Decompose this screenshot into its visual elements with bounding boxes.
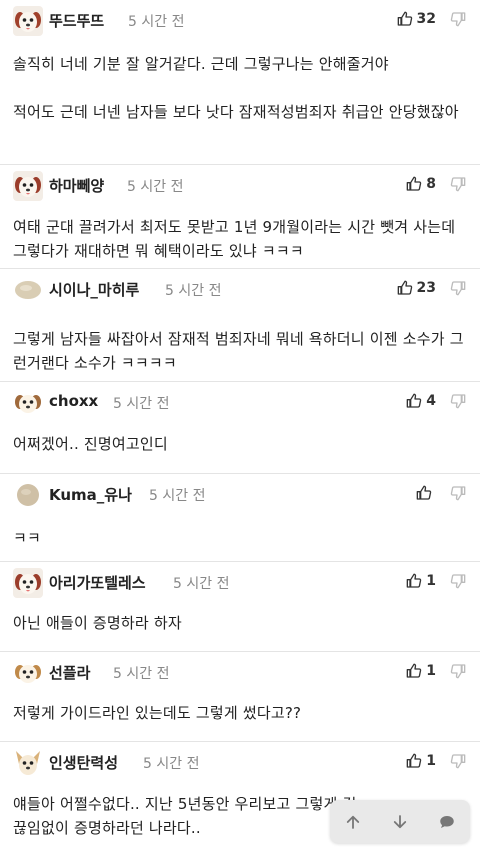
comment-time: 5 시간 전 (165, 283, 222, 299)
comment-item: 아리가또텔레스 5 시간 전 1 아닌 애들이 증명하라 하자 (0, 562, 480, 652)
like-count: 1 (426, 663, 436, 679)
like-button[interactable]: 23 (397, 278, 436, 298)
comment-time: 5 시간 전 (149, 488, 206, 504)
comment-list: 뚜드뚜뜨 5 시간 전 32 솔직히 너네 기분 잘 알거같다. 근데 그렇구나… (0, 0, 480, 853)
write-comment-button[interactable] (437, 812, 457, 832)
comment-time: 5 시간 전 (143, 756, 200, 772)
like-count: 1 (426, 753, 436, 769)
chihuahua-icon (13, 748, 43, 778)
like-button[interactable]: 32 (397, 9, 436, 29)
round-face-icon (13, 480, 43, 510)
comment-header: Kuma_유나 5 시간 전 (0, 474, 480, 514)
username[interactable]: 아리가또텔레스 (49, 572, 146, 593)
thumb-up-icon (406, 573, 422, 588)
comment-text: 아닌 애들이 증명하라 하자 (13, 614, 182, 632)
comment-text: 여태 군대 끌려가서 최저도 못받고 1년 9개월이라는 시간 뺏겨 사는데 그… (13, 218, 456, 260)
like-count: 1 (426, 573, 436, 589)
avatar[interactable] (13, 171, 43, 201)
comment-time: 5 시간 전 (128, 14, 185, 30)
comment-time: 5 시간 전 (127, 179, 184, 195)
thumb-down-icon[interactable] (450, 663, 466, 679)
comment-item: Kuma_유나 5 시간 전 ㅋㅋ (0, 474, 480, 562)
comment-header: choxx 5 시간 전 4 (0, 382, 480, 422)
thumb-down-icon[interactable] (450, 485, 466, 501)
comment-item: 선플라 5 시간 전 1 저렇게 가이드라인 있는데도 그렇게 썼다고?? (0, 652, 480, 742)
puppy-icon (13, 658, 43, 688)
arrow-up-icon (347, 815, 360, 829)
like-count: 8 (426, 176, 436, 192)
scroll-down-button[interactable] (390, 812, 410, 832)
comment-item: 하마뻬양 5 시간 전 8 여태 군대 끌려가서 최저도 못받고 1년 9개월이… (0, 165, 480, 269)
thumb-down-icon[interactable] (450, 280, 466, 296)
comment-header: 시이나_마히루 5 시간 전 23 (0, 269, 480, 309)
avatar[interactable] (13, 568, 43, 598)
avatar[interactable] (13, 275, 43, 305)
thumb-up-icon (397, 11, 412, 26)
like-button[interactable]: 1 (406, 751, 436, 771)
comment-item: 시이나_마히루 5 시간 전 23 그렇게 남자들 싸잡아서 잠재적 범죄자네 … (0, 269, 480, 382)
username[interactable]: 시이나_마히루 (49, 279, 139, 300)
like-button[interactable]: 8 (406, 174, 436, 194)
username[interactable]: 하마뻬양 (49, 175, 104, 196)
thumb-up-icon (406, 176, 422, 191)
like-button[interactable] (416, 483, 436, 503)
comment-text: 그렇게 남자들 싸잡아서 잠재적 범죄자네 뭐네 욕하더니 이젠 소수가 그런거… (13, 330, 464, 372)
thumb-up-icon (406, 663, 422, 678)
thumb-up-icon (406, 753, 422, 768)
like-count: 23 (416, 280, 436, 296)
comment-time: 5 시간 전 (173, 576, 230, 592)
avatar[interactable] (13, 388, 43, 418)
username[interactable]: Kuma_유나 (49, 484, 132, 505)
comment-time: 5 시간 전 (113, 666, 170, 682)
comment-item: 뚜드뚜뜨 5 시간 전 32 솔직히 너네 기분 잘 알거같다. 근데 그렇구나… (0, 0, 480, 165)
comment-header: 하마뻬양 5 시간 전 8 (0, 165, 480, 205)
avatar[interactable] (13, 6, 43, 36)
comment-header: 인생탄력성 5 시간 전 1 (0, 742, 480, 782)
like-button[interactable]: 1 (406, 661, 436, 681)
like-count: 32 (416, 11, 436, 27)
puppy-icon (13, 568, 43, 598)
thumb-down-icon[interactable] (450, 11, 466, 27)
thumb-up-icon (406, 393, 422, 408)
comment-header: 선플라 5 시간 전 1 (0, 652, 480, 692)
comment-header: 뚜드뚜뜨 5 시간 전 32 (0, 0, 480, 40)
comment-time: 5 시간 전 (113, 396, 170, 412)
avatar[interactable] (13, 480, 43, 510)
like-button[interactable]: 1 (406, 571, 436, 591)
comment-text: 저렇게 가이드라인 있는데도 그렇게 썼다고?? (13, 704, 302, 722)
comment-text: 솔직히 너네 기분 잘 알거같다. 근데 그렇구나는 안해줄거야 적어도 근데 … (13, 55, 459, 121)
thumb-down-icon[interactable] (450, 753, 466, 769)
floating-toolbar (330, 800, 470, 843)
username[interactable]: 선플라 (49, 662, 90, 683)
comment-text: ㅋㅋ (13, 529, 42, 547)
scroll-up-button[interactable] (343, 812, 363, 832)
arrow-down-icon (393, 814, 407, 828)
username[interactable]: choxx (49, 392, 98, 410)
username[interactable]: 뚜드뚜뜨 (49, 10, 104, 31)
comment-text: 어쩌겠어.. 진명여고인디 (13, 435, 168, 453)
puppy-icon (13, 388, 43, 418)
comment-item: choxx 5 시간 전 4 어쩌겠어.. 진명여고인디 (0, 382, 480, 474)
username[interactable]: 인생탄력성 (49, 752, 118, 773)
like-count: 4 (426, 393, 436, 409)
comment-icon (439, 815, 454, 828)
puppy-icon (13, 6, 43, 36)
avatar[interactable] (13, 748, 43, 778)
thumb-up-icon (397, 280, 412, 295)
thumb-down-icon[interactable] (450, 573, 466, 589)
avatar[interactable] (13, 658, 43, 688)
thumb-down-icon[interactable] (450, 393, 466, 409)
round-face-icon (13, 275, 43, 305)
puppy-icon (13, 171, 43, 201)
thumb-up-icon (416, 485, 432, 500)
comment-header: 아리가또텔레스 5 시간 전 1 (0, 562, 480, 602)
like-button[interactable]: 4 (406, 391, 436, 411)
thumb-down-icon[interactable] (450, 176, 466, 192)
